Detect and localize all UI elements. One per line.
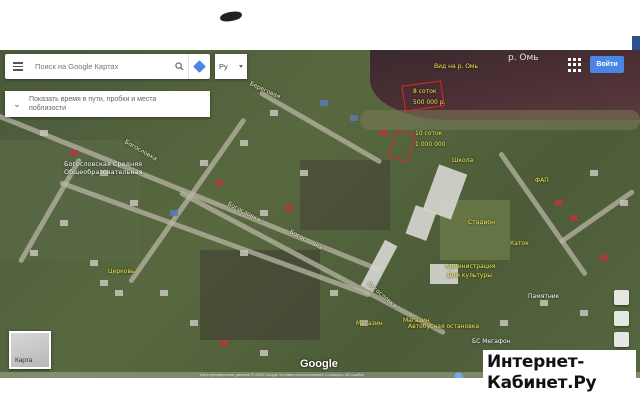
shop-1-label: Магазин (356, 320, 383, 327)
search-input[interactable] (31, 56, 170, 77)
building (380, 130, 388, 136)
church-label: Церковь (108, 268, 135, 275)
building (240, 250, 248, 256)
field (300, 160, 390, 230)
building (320, 100, 328, 106)
building (170, 210, 178, 216)
google-logo: Google (300, 358, 338, 370)
map-type-toggle[interactable]: Карта (9, 331, 51, 369)
language-value: Ру (219, 62, 228, 71)
admin-label: Администрация (445, 263, 496, 270)
building (555, 200, 563, 206)
seminary-label: Богословская Средняя Общеобразовательная (64, 160, 143, 176)
building (40, 130, 48, 136)
building (590, 170, 598, 176)
plot-2-price-label: 1 000 000 (415, 141, 446, 148)
building (300, 170, 308, 176)
river-label: р. Омь (508, 53, 539, 63)
school-label: Школа (452, 157, 474, 164)
building (260, 210, 268, 216)
watermark-line-1: Интернет- (487, 352, 585, 372)
building (620, 200, 628, 206)
stadium-label: Стадион (468, 219, 496, 226)
field (0, 140, 140, 260)
view-to-river-label: Вид на р. Омь (434, 63, 478, 70)
search-box[interactable] (5, 54, 210, 79)
katok-label: Каток (510, 240, 529, 247)
fap-label: ФАП (535, 177, 549, 184)
building (30, 250, 38, 256)
building (570, 215, 578, 221)
road-label: Богословка (288, 228, 324, 252)
building (215, 180, 223, 186)
language-select[interactable]: Ру (215, 54, 247, 79)
chevron-down-icon[interactable]: ⌄ (5, 99, 29, 110)
plot-outline-2 (387, 129, 417, 163)
building (330, 290, 338, 296)
watermark: Интернет- Кабинет.Ру (483, 350, 636, 398)
road (497, 151, 589, 277)
plot-2-size-label: 10 соток (415, 130, 443, 137)
apps-grid-icon[interactable] (568, 58, 582, 72)
building (580, 310, 588, 316)
trip-info-line-2: поблизости (29, 105, 67, 112)
megafon-label: БС Мегафон (472, 338, 511, 345)
building (115, 290, 123, 296)
zoom-in-button[interactable] (613, 311, 629, 326)
watermark-line-2: Кабинет.Ру (487, 373, 597, 393)
copyright-text: Картографические данные © 2016 Google Ус… (200, 372, 365, 377)
building (240, 140, 248, 146)
building (270, 110, 278, 116)
plot-1-size-label: 8 соток (413, 88, 437, 95)
building (90, 260, 98, 266)
building (130, 200, 138, 206)
building (350, 115, 358, 121)
edge-decoration (632, 36, 640, 50)
map-type-label: Карта (15, 357, 33, 364)
field (200, 250, 320, 340)
building (60, 220, 68, 226)
trip-info-line-1: Показать время в пути, пробки и места (29, 96, 157, 103)
building (200, 160, 208, 166)
culture-label: Дом культуры (447, 272, 492, 279)
riverbank (360, 110, 640, 130)
school-annex (405, 205, 437, 241)
building (100, 280, 108, 286)
top-whitespace (0, 0, 640, 50)
shop-2-label: Магазин (403, 317, 430, 324)
plot-1-price-label: 500 000 р. (413, 99, 446, 106)
search-icon[interactable] (170, 54, 188, 79)
building (70, 150, 78, 156)
ink-smudge (219, 10, 243, 23)
building (600, 255, 608, 261)
building (220, 340, 228, 346)
chevron-down-icon (239, 65, 243, 68)
menu-icon[interactable] (5, 54, 31, 79)
trip-info-text: Показать время в пути, пробки и места по… (29, 95, 156, 113)
directions-icon[interactable] (188, 54, 210, 79)
pegman-button[interactable] (613, 290, 629, 305)
pamyatnik-label: Памятник (528, 293, 560, 300)
plot-outline-1 (401, 80, 445, 112)
building (260, 350, 268, 356)
trip-info-panel[interactable]: ⌄ Показать время в пути, пробки и места … (5, 91, 210, 117)
screenshot-frame: р. Омь Вид на р. Омь 8 соток 500 000 р. … (0, 0, 640, 400)
building (500, 320, 508, 326)
zoom-out-button[interactable] (613, 332, 629, 347)
bus-stop-label: Автобусная остановка (408, 323, 480, 330)
building (160, 290, 168, 296)
building (540, 300, 548, 306)
building (190, 320, 198, 326)
signin-button[interactable]: Войти (590, 56, 624, 73)
building (285, 205, 293, 211)
